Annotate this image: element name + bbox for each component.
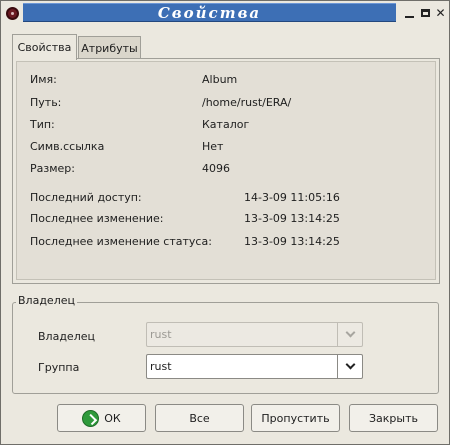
- symlink-value: Нет: [202, 140, 224, 153]
- window-title: Свойства: [157, 3, 262, 22]
- path-value: /home/rust/ERA/: [202, 96, 292, 109]
- size-value: 4096: [202, 162, 230, 175]
- skip-button[interactable]: Пропустить: [251, 404, 340, 432]
- owner-label: Владелец: [38, 330, 95, 343]
- close-button-label: Закрыть: [369, 411, 418, 425]
- chevron-down-icon: [345, 359, 355, 370]
- minimize-icon: [405, 15, 414, 18]
- last-access-label: Последний доступ:: [30, 191, 142, 204]
- last-modified-label: Последнее изменение:: [30, 212, 164, 225]
- size-label: Размер:: [30, 162, 75, 175]
- maximize-button[interactable]: [418, 4, 433, 21]
- tab-properties[interactable]: Свойства: [12, 34, 77, 60]
- close-button[interactable]: Закрыть: [349, 404, 438, 432]
- name-label: Имя:: [30, 73, 57, 86]
- tab-label: Свойства: [17, 41, 72, 54]
- owner-group-box: [12, 302, 439, 394]
- title-band: Свойства: [23, 3, 396, 22]
- group-select-value: rust: [150, 360, 172, 373]
- path-label: Путь:: [30, 96, 62, 109]
- close-window-button[interactable]: ✕: [433, 4, 448, 21]
- ok-check-icon: [82, 409, 100, 427]
- close-icon: ✕: [435, 5, 446, 20]
- minimize-button[interactable]: [402, 4, 417, 21]
- tab-attributes[interactable]: Атрибуты: [78, 36, 141, 59]
- owner-select-value: rust: [150, 328, 172, 341]
- last-modified-value: 13-3-09 13:14:25: [244, 212, 340, 225]
- all-button[interactable]: Все: [155, 404, 244, 432]
- all-button-label: Все: [189, 411, 210, 425]
- tab-label: Атрибуты: [81, 41, 138, 55]
- last-status-change-value: 13-3-09 13:14:25: [244, 235, 340, 248]
- last-access-value: 14-3-09 11:05:16: [244, 191, 340, 204]
- owner-group-title: Владелец: [16, 294, 77, 307]
- ok-button-label: ОК: [104, 411, 121, 425]
- group-dropdown-button[interactable]: [337, 355, 362, 378]
- chevron-down-icon: [345, 327, 355, 338]
- maximize-icon: [421, 8, 430, 17]
- group-label: Группа: [38, 361, 80, 374]
- app-menu-icon: [5, 6, 19, 20]
- owner-dropdown-button: [337, 323, 362, 346]
- title-bar[interactable]: Свойства ✕: [1, 1, 449, 25]
- skip-button-label: Пропустить: [261, 411, 330, 425]
- properties-dialog: Свойства ✕ Свойства Атрибуты Имя: Album …: [0, 0, 450, 445]
- group-select[interactable]: rust: [146, 354, 363, 379]
- symlink-label: Симв.ссылка: [30, 140, 105, 153]
- last-status-change-label: Последнее изменение статуса:: [30, 235, 212, 248]
- ok-button[interactable]: ОК: [57, 404, 146, 432]
- owner-select: rust: [146, 322, 363, 347]
- type-label: Тип:: [30, 118, 55, 131]
- window-menu-button[interactable]: [1, 1, 23, 25]
- type-value: Каталог: [202, 118, 250, 131]
- name-value: Album: [202, 73, 238, 86]
